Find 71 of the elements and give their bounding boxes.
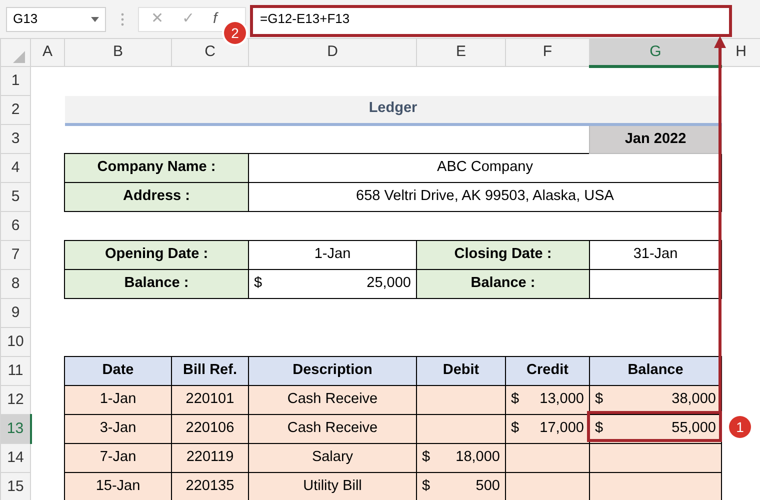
row-header[interactable]: 11	[0, 356, 30, 386]
table-cell[interactable]: 3-Jan	[64, 414, 172, 444]
row-header[interactable]: 3	[0, 124, 30, 154]
table-cell[interactable]: Jan 2022	[590, 124, 722, 154]
step-number: 1	[729, 416, 751, 438]
insert-function-icon[interactable]: f	[213, 8, 218, 30]
column-header[interactable]: H	[722, 38, 760, 66]
table-cell[interactable]: Company Name :	[64, 154, 248, 182]
row-header[interactable]: 8	[0, 270, 30, 298]
table-cell[interactable]	[506, 444, 590, 472]
column-header[interactable]: D	[248, 38, 416, 66]
table-cell[interactable]: $ 13,000	[506, 386, 590, 414]
row-header[interactable]: 14	[0, 444, 30, 472]
table-cell[interactable]	[590, 444, 722, 472]
column-heading[interactable]: Description	[248, 356, 416, 386]
column-header[interactable]: C	[172, 38, 248, 66]
row-header[interactable]: 10	[0, 328, 30, 356]
name-box[interactable]: G13	[6, 6, 106, 32]
table-cell[interactable]: 220119	[172, 444, 248, 472]
table-cell[interactable]: Balance :	[64, 270, 248, 298]
row-header[interactable]: 12	[0, 386, 30, 414]
row-header[interactable]: 7	[0, 240, 30, 270]
table-cell[interactable]: 658 Veltri Drive, AK 99503, Alaska, USA	[248, 182, 722, 212]
table-cell[interactable]	[416, 386, 506, 414]
column-header[interactable]: G	[590, 38, 722, 66]
table-cell[interactable]: Closing Date :	[416, 240, 590, 270]
table-cell[interactable]	[590, 472, 722, 500]
table-cell[interactable]: 220106	[172, 414, 248, 444]
table-cell[interactable]: 220135	[172, 472, 248, 500]
table-cell[interactable]: 15-Jan	[64, 472, 172, 500]
column-heading[interactable]: Bill Ref.	[172, 356, 248, 386]
caret-icon[interactable]	[91, 16, 99, 22]
table-cell[interactable]: 220101	[172, 386, 248, 414]
table-cell[interactable]: Cash Receive	[248, 386, 416, 414]
table-cell[interactable]: 1-Jan	[64, 386, 172, 414]
row-header[interactable]: 15	[0, 472, 30, 500]
table-cell[interactable]: Cash Receive	[248, 414, 416, 444]
table-cell[interactable]: Utility Bill	[248, 472, 416, 500]
table-cell[interactable]: $ 18,000	[416, 444, 506, 472]
table-cell[interactable]	[506, 472, 590, 500]
table-cell[interactable]: Salary	[248, 444, 416, 472]
table-cell[interactable]	[416, 414, 506, 444]
sheet-title[interactable]: Ledger	[64, 96, 722, 124]
row-header[interactable]: 6	[0, 212, 30, 240]
row-header[interactable]: 1	[0, 66, 30, 96]
column-heading[interactable]: Debit	[416, 356, 506, 386]
table-cell[interactable]: Balance :	[416, 270, 590, 298]
table-cell[interactable]: $ 17,000	[506, 414, 590, 444]
drag-handle-icon[interactable]	[120, 13, 124, 26]
table-cell[interactable]: ABC Company	[248, 154, 722, 182]
row-header[interactable]: 5	[0, 182, 30, 212]
table-cell[interactable]: 31-Jan	[590, 240, 722, 270]
row-header[interactable]: 4	[0, 154, 30, 182]
row-header[interactable]: 9	[0, 298, 30, 328]
column-heading[interactable]: Date	[64, 356, 172, 386]
table-cell[interactable]: 7-Jan	[64, 444, 172, 472]
table-cell[interactable]: Address :	[64, 182, 248, 212]
column-header[interactable]: E	[416, 38, 506, 66]
column-header[interactable]: F	[506, 38, 590, 66]
table-cell[interactable]: Opening Date :	[64, 240, 248, 270]
table-cell[interactable]	[590, 270, 722, 298]
row-header[interactable]: 13	[0, 414, 30, 444]
row-header[interactable]: 2	[0, 96, 30, 124]
column-heading[interactable]: Balance	[590, 356, 722, 386]
column-header[interactable]: B	[64, 38, 172, 66]
column-header[interactable]: A	[30, 38, 64, 66]
column-heading[interactable]: Credit	[506, 356, 590, 386]
table-cell[interactable]: $ 25,000	[248, 270, 416, 298]
table-cell[interactable]: 1-Jan	[248, 240, 416, 270]
table-cell[interactable]: $ 500	[416, 472, 506, 500]
step-number: 2	[224, 22, 246, 44]
